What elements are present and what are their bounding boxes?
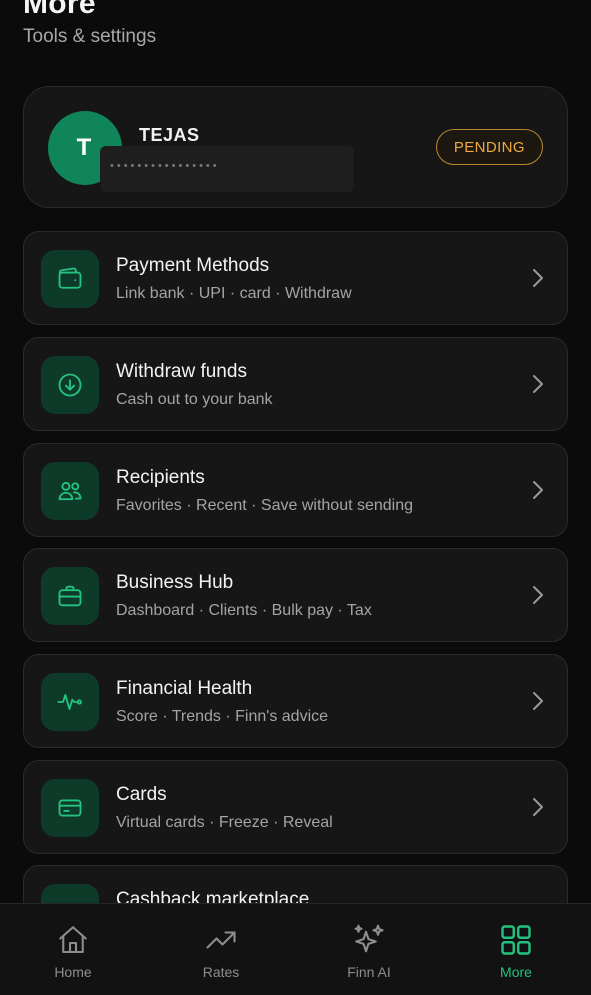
menu-item-title: Recipients [116, 467, 205, 488]
sparkles-icon [354, 924, 384, 953]
chevron-right-icon [533, 692, 543, 710]
menu-item-title: Business Hub [116, 572, 234, 593]
menu-item-title: Financial Health [116, 678, 253, 699]
nav-label: Rates [202, 964, 240, 980]
menu-item-withdraw-funds[interactable]: Withdraw funds Cash out to your bank [23, 337, 568, 431]
menu-item-cards[interactable]: Cards Virtual cards · Freeze · Reveal [23, 760, 568, 854]
profile-name: TEJAS [139, 125, 200, 145]
menu-item-subtitle: Virtual cards · Freeze · Reveal [116, 814, 333, 831]
nav-label: More [500, 964, 532, 980]
page-title: More [23, 0, 96, 20]
wallet-icon [41, 250, 99, 308]
menu-item-subtitle: Link bank · UPI · card · Withdraw [116, 285, 352, 302]
nav-label: Home [54, 964, 92, 980]
chevron-right-icon [533, 375, 543, 393]
nav-rates[interactable]: Rates [176, 922, 266, 980]
chevron-right-icon [533, 269, 543, 287]
status-badge: PENDING [435, 129, 543, 165]
menu-item-recipients[interactable]: Recipients Favorites · Recent · Save wit… [23, 443, 568, 537]
menu-item-financial-health[interactable]: Financial Health Score · Trends · Finn's… [23, 654, 568, 748]
menu-item-title: Withdraw funds [116, 361, 247, 382]
home-icon [59, 926, 87, 954]
menu-item-subtitle: Dashboard · Clients · Bulk pay · Tax [116, 602, 372, 619]
menu-item-business-hub[interactable]: Business Hub Dashboard · Clients · Bulk … [23, 548, 568, 642]
users-icon [41, 462, 99, 520]
nav-more[interactable]: More [471, 922, 561, 980]
menu-item-title: Cards [116, 784, 167, 805]
credit-card-icon [41, 779, 99, 837]
menu-item-subtitle: Cash out to your bank [116, 391, 273, 408]
briefcase-icon [41, 567, 99, 625]
nav-home[interactable]: Home [28, 922, 118, 980]
arrow-down-circle-icon [41, 356, 99, 414]
profile-masked-id: •••••••••••••••• [100, 146, 354, 192]
pulse-icon [41, 673, 99, 731]
menu-item-subtitle: Favorites · Recent · Save without sendin… [116, 497, 414, 514]
menu-item-subtitle: Score · Trends · Finn's advice [116, 708, 329, 725]
chevron-right-icon [533, 481, 543, 499]
chevron-right-icon [533, 586, 543, 604]
grid-icon [501, 925, 531, 955]
profile-card[interactable]: T TEJAS •••••••••••••••• PENDING [23, 86, 568, 208]
trend-up-icon [206, 931, 236, 949]
nav-label: Finn AI [347, 964, 391, 980]
page-subtitle: Tools & settings [23, 26, 157, 47]
menu-item-title: Payment Methods [116, 255, 270, 276]
avatar-initial: T [76, 134, 92, 161]
chevron-right-icon [533, 798, 543, 816]
page-header: More Tools & settings [23, 0, 156, 48]
nav-finn-ai[interactable]: Finn AI [324, 922, 414, 980]
bottom-nav: Home Rates Finn AI More [0, 903, 591, 995]
more-screen: More Tools & settings T TEJAS ••••••••••… [0, 0, 591, 995]
menu-item-payment-methods[interactable]: Payment Methods Link bank · UPI · card ·… [23, 231, 568, 325]
